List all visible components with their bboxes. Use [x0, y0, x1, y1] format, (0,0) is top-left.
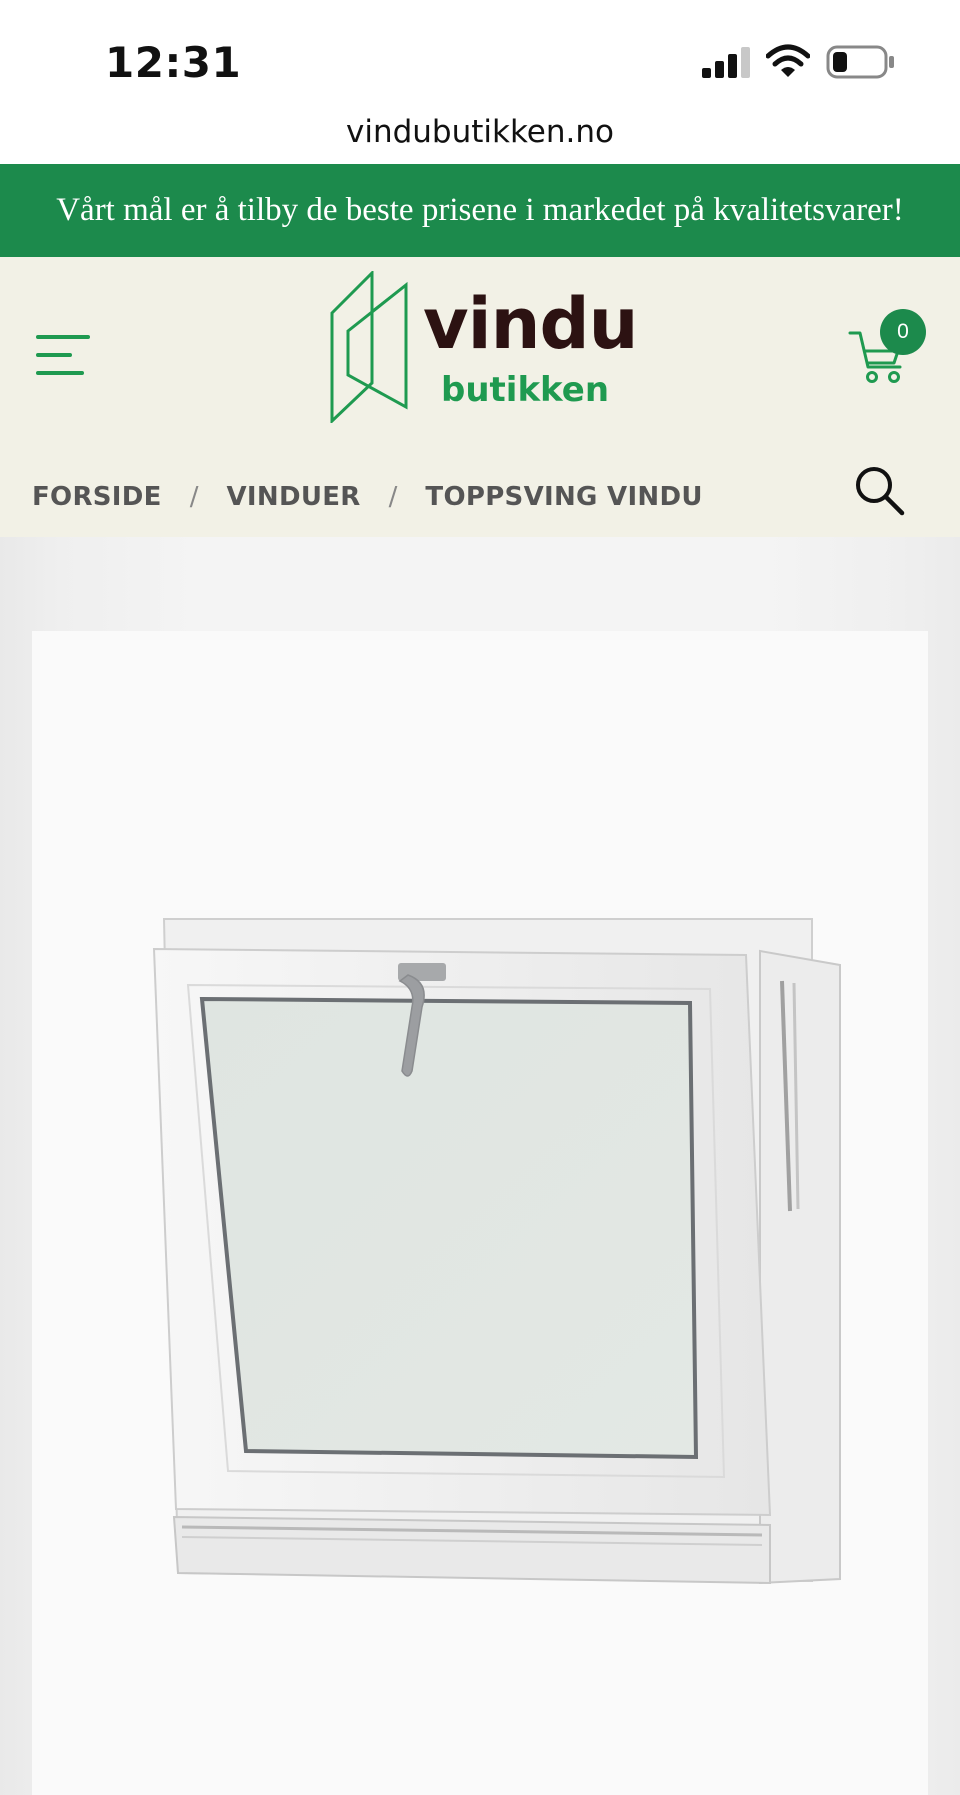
battery-icon	[826, 45, 894, 79]
product-image-card[interactable]	[32, 631, 928, 1795]
cart-button[interactable]: 0	[848, 307, 928, 387]
search-button[interactable]	[852, 463, 908, 519]
logo-wordmark-vindu: vindu	[423, 283, 638, 365]
status-time: 12:31	[105, 38, 242, 87]
wifi-icon	[766, 44, 810, 77]
site-logo[interactable]: vindu butikken	[328, 271, 638, 431]
breadcrumb-item-toppsving-vindu[interactable]: TOPPSVING VINDU	[425, 482, 702, 512]
product-gallery	[0, 537, 960, 1795]
breadcrumb: FORSIDE / VINDUER / TOPPSVING VINDU	[32, 472, 703, 522]
breadcrumb-separator: /	[189, 482, 199, 512]
menu-button[interactable]	[30, 329, 94, 381]
breadcrumb-item-forside[interactable]: FORSIDE	[32, 482, 162, 512]
top-hung-window-product-photo	[152, 918, 841, 1585]
hamburger-menu-icon	[36, 335, 90, 375]
site-header: vindu butikken 0 FORSIDE / VINDUER / TOP…	[0, 257, 960, 537]
promo-banner: Vårt mål er å tilby de beste prisene i m…	[0, 164, 960, 257]
signal-icon	[702, 47, 750, 78]
cart-count-badge: 0	[880, 309, 926, 355]
logo-window-icon	[330, 271, 408, 423]
url-text: vindubutikken.no	[345, 114, 614, 150]
search-icon	[856, 467, 905, 516]
breadcrumb-separator: /	[388, 482, 398, 512]
status-bar: 12:31	[0, 0, 960, 110]
url-bar[interactable]: vindubutikken.no	[0, 108, 960, 164]
breadcrumb-item-vinduer[interactable]: VINDUER	[227, 482, 361, 512]
promo-text: Vårt mål er å tilby de beste prisene i m…	[56, 192, 904, 228]
logo-wordmark-butikken: butikken	[441, 370, 610, 410]
